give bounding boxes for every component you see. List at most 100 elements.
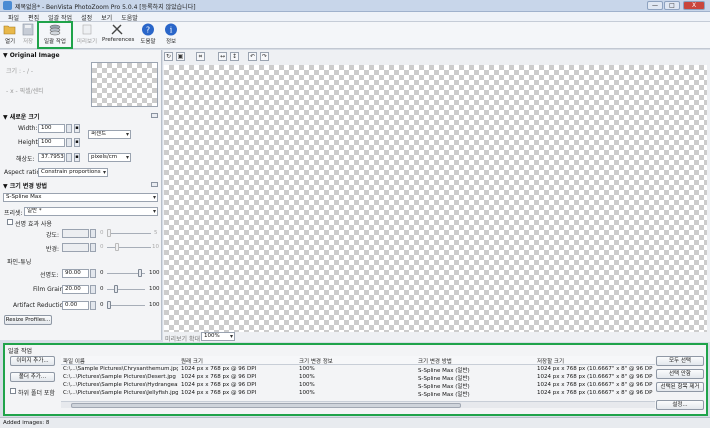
batch-button[interactable]: 일괄 작업 [37,21,73,49]
film-grain-label: Film Grain: [33,286,66,293]
preset-dropdown[interactable]: 일반 * [24,207,158,216]
lock-link-icon[interactable]: ▪ [74,124,80,133]
column-resize-method[interactable]: 크기 변경 방법 [418,357,452,365]
artifact-reduction-slider[interactable] [107,305,145,306]
column-output-size[interactable]: 저장할 크기 [537,357,564,365]
resolution-spinner[interactable] [66,153,72,162]
menu-batch[interactable]: 일괄 작업 [44,12,77,22]
strength-thumb[interactable] [107,229,111,237]
table-row[interactable]: C:\...\Pictures\Sample Pictures\Desert.j… [61,374,655,382]
new-size-header[interactable]: ▼ 새로운 크기 [3,112,39,121]
cell-original-size: 1024 px x 768 px @ 96 DPI [181,382,257,388]
column-original-size[interactable]: 원래 크기 [181,357,203,365]
collapse-method-icon[interactable] [151,182,158,187]
rotate-left-icon[interactable]: ↶ [248,52,257,61]
maximize-button[interactable]: □ [664,1,680,10]
zoom-dropdown[interactable]: 100% [201,332,235,341]
table-row[interactable]: C:\...\Pictures\Sample Pictures\Hydrange… [61,382,655,390]
cell-resize-method: S-Spline Max (일반) [418,392,470,398]
artifact-reduction-thumb[interactable] [107,301,111,309]
menu-edit[interactable]: 편집 [24,12,44,22]
open-button[interactable]: 열기 [2,23,18,47]
artifact-reduction-input[interactable]: 0.00 [62,301,89,310]
unsharp-label: 선명 효과 사용 [15,221,52,228]
zoom-row: 미리보기 확대 100% [163,332,710,343]
strength-input[interactable] [62,229,89,238]
folder-open-icon [3,25,16,35]
sharpness-thumb[interactable] [137,269,142,277]
close-button[interactable]: X [683,1,705,10]
flip-vertical-icon[interactable]: ↕ [230,52,239,61]
resolution-input[interactable]: 37.7953 [38,153,65,162]
width-input[interactable]: 100 [38,124,65,133]
table-row[interactable]: C:\...\Pictures\Sample Pictures\Jellyfis… [61,390,655,398]
radius-spinner[interactable] [90,243,96,252]
cell-resize-method: S-Spline Max (일반) [418,376,470,382]
sharpness-label: 선명도: [40,272,59,279]
strength-slider[interactable] [107,233,151,234]
aspect-ratio-dropdown[interactable]: Constrain proportions [38,168,108,177]
sharpness-input[interactable]: 90.00 [62,269,89,278]
preview-canvas[interactable] [164,65,707,341]
remove-selected-button[interactable]: 선택된 항목 제거 [656,382,704,392]
preferences-button[interactable]: Preferences [102,23,134,47]
strength-spinner[interactable] [90,229,96,238]
menu-view[interactable]: 보기 [97,12,117,22]
lock-link-icon-2[interactable]: ▪ [74,138,80,147]
help-icon: ? [142,23,154,36]
rotate-right-icon[interactable]: ↷ [260,52,269,61]
crop-tool-icon[interactable]: ⌗ [196,52,205,61]
select-all-button[interactable]: 모두 선택 [656,356,704,366]
collapse-new-size-icon[interactable] [151,113,158,118]
menu-help[interactable]: 도움말 [117,12,143,22]
info-icon: i [165,23,177,36]
status-text: Added images: 8 [3,420,50,426]
include-subfolders-checkbox[interactable] [10,388,16,394]
select-none-button[interactable]: 선택 안함 [656,369,704,379]
fit-tool-icon[interactable]: ▣ [176,52,185,61]
table-horizontal-scrollbar[interactable] [61,401,655,408]
radius-input[interactable] [62,243,89,252]
width-spinner[interactable] [66,124,72,133]
resolution-unit-dropdown[interactable]: pixels/cm [88,153,131,162]
method-dropdown[interactable]: S-Spline Max [3,193,158,202]
film-grain-input[interactable]: 20.00 [62,285,89,294]
flip-horizontal-icon[interactable]: ↔ [218,52,227,61]
original-thumbnail [91,62,158,107]
unit-dropdown[interactable]: 퍼센트 [88,130,131,139]
app-icon [3,1,12,10]
height-spinner[interactable] [66,138,72,147]
resize-profiles-button[interactable]: Resize Profiles... [4,315,52,325]
original-pixels-label: - x - 픽셀/센티 [6,88,44,95]
film-grain-slider[interactable] [107,289,145,290]
sharpness-spinner[interactable] [90,269,96,278]
preview-button[interactable]: 미리보기 [76,23,98,47]
height-input[interactable]: 100 [38,138,65,147]
scrollbar-thumb[interactable] [71,403,461,408]
help-button[interactable]: ? 도움말 [139,23,157,47]
save-button[interactable]: 저장 [20,23,36,47]
column-resize-info[interactable]: 크기 변경 정보 [299,357,333,365]
aspect-ratio-label: Aspect ratio: [4,169,43,176]
menu-bar: 파일 편집 일괄 작업 설정 보기 도움말 [0,12,710,22]
minimize-button[interactable]: — [647,1,663,10]
original-image-header[interactable]: ▼ Original Image [3,52,60,59]
unsharp-checkbox[interactable] [7,219,13,225]
resolution-lock-icon[interactable]: ▪ [74,153,80,162]
radius-slider[interactable] [107,247,151,248]
batch-settings-button[interactable]: 설정... [656,400,704,410]
add-folder-button[interactable]: 폴더 추가... [10,372,55,382]
info-button[interactable]: i 정보 [163,23,179,47]
film-grain-thumb[interactable] [113,285,118,293]
cell-resize-method: S-Spline Max (일반) [418,368,470,374]
pan-tool-icon[interactable]: ↻ [164,52,173,61]
add-images-button[interactable]: 이미지 추가... [10,356,55,366]
artifact-reduction-spinner[interactable] [90,301,96,310]
menu-settings[interactable]: 설정 [77,12,97,22]
table-row[interactable]: C:\...\Sample Pictures\Chrysanthemum.jpg… [61,366,655,374]
film-grain-spinner[interactable] [90,285,96,294]
column-filename[interactable]: 파일 이름 [63,357,85,365]
menu-file[interactable]: 파일 [4,12,24,22]
resize-method-header[interactable]: ▼ 크기 변경 방법 [3,181,47,190]
radius-thumb[interactable] [115,243,119,251]
